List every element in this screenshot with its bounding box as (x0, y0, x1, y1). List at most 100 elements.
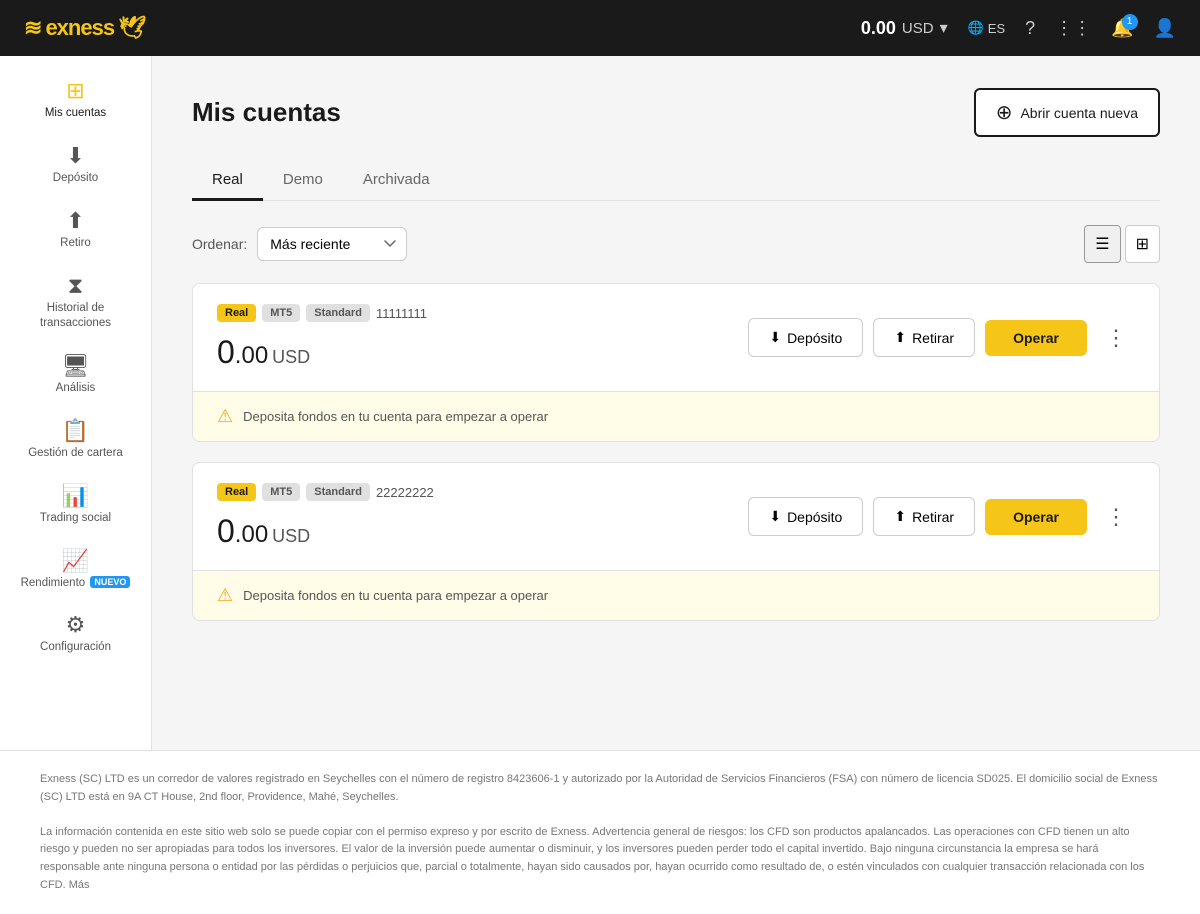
help-button[interactable]: ? (1025, 18, 1035, 39)
tag-real-1: Real (217, 304, 256, 322)
logo: ≋ exness 🕊 (24, 15, 145, 41)
sidebar-item-label: Rendimiento NUEVO (21, 576, 131, 591)
balance-int-2: 0 (217, 513, 235, 549)
withdraw-button-2[interactable]: ⬆ Retirar (873, 497, 975, 536)
card-tags-1: Real MT5 Standard 11111111 (217, 304, 427, 322)
balance-dropdown-icon[interactable]: ▾ (940, 18, 948, 38)
new-badge: NUEVO (90, 576, 130, 588)
open-account-button[interactable]: ⊕ Abrir cuenta nueva (974, 88, 1160, 137)
apps-icon: ⋮⋮ (1055, 18, 1091, 39)
sidebar-item-label: Retiro (60, 236, 91, 251)
plus-circle-icon: ⊕ (996, 100, 1013, 125)
language-button[interactable]: 🌐 ES (968, 20, 1006, 36)
history-icon: ⧗ (68, 275, 83, 297)
more-button-1[interactable]: ⋮ (1097, 321, 1135, 355)
sidebar-item-rendimiento[interactable]: 📈 Rendimiento NUEVO (8, 540, 143, 601)
toolbar-left: Ordenar: Más reciente Más antiguo Mayor … (192, 227, 407, 261)
withdraw-label-1: Retirar (912, 330, 954, 346)
trade-button-1[interactable]: Operar (985, 320, 1087, 356)
tag-standard-1: Standard (306, 304, 370, 322)
footer-line-1: Exness (SC) LTD es un corredor de valore… (40, 771, 1160, 806)
list-view-button[interactable]: ☰ (1084, 225, 1120, 263)
tag-real-2: Real (217, 483, 256, 501)
sidebar-item-mis-cuentas[interactable]: ⊞ Mis cuentas (8, 70, 143, 131)
card-tags-2: Real MT5 Standard 22222222 (217, 483, 434, 501)
page-header: Mis cuentas ⊕ Abrir cuenta nueva (192, 88, 1160, 137)
account-card-1: Real MT5 Standard 11111111 0.00USD ⬇ Dep… (192, 283, 1160, 442)
more-button-2[interactable]: ⋮ (1097, 500, 1135, 534)
notifications-button[interactable]: 🔔 1 (1111, 18, 1133, 39)
logo-area: ≋ exness 🕊 (24, 15, 145, 41)
grid-view-button[interactable]: ⊞ (1125, 225, 1160, 263)
deposit-icon-2: ⬇ (769, 508, 781, 525)
sidebar-item-historial[interactable]: ⧗ Historial de transacciones (8, 265, 143, 341)
apps-button[interactable]: ⋮⋮ (1055, 18, 1091, 39)
sidebar-item-configuracion[interactable]: ⚙ Configuración (8, 604, 143, 665)
grid-view-icon: ⊞ (1136, 234, 1149, 254)
warning-icon-1: ⚠ (217, 406, 233, 427)
logo-icon: ≋ (24, 15, 41, 41)
withdraw-label-2: Retirar (912, 509, 954, 525)
briefcase-icon: 📋 (62, 420, 89, 442)
tag-mt5-1: MT5 (262, 304, 300, 322)
sidebar-item-label: Depósito (53, 171, 98, 186)
download-icon: ⬇ (66, 145, 84, 167)
card-main-2: Real MT5 Standard 22222222 0.00USD ⬇ Dep… (193, 463, 1159, 570)
sidebar-item-label: Historial de transacciones (16, 301, 135, 331)
globe-icon: 🌐 (968, 20, 984, 36)
settings-icon: ⚙ (66, 614, 86, 636)
tag-mt5-2: MT5 (262, 483, 300, 501)
page-title: Mis cuentas (192, 97, 341, 128)
deposit-label-1: Depósito (787, 330, 842, 346)
card-main-1: Real MT5 Standard 11111111 0.00USD ⬇ Dep… (193, 284, 1159, 391)
sidebar-item-label: Configuración (40, 640, 111, 655)
sidebar-item-deposito[interactable]: ⬇ Depósito (8, 135, 143, 196)
tab-real[interactable]: Real (192, 161, 263, 201)
withdraw-icon-1: ⬆ (894, 329, 906, 346)
profile-button[interactable]: 👤 (1154, 18, 1176, 39)
sidebar-item-retiro[interactable]: ⬆ Retiro (8, 200, 143, 261)
sidebar-item-label: Trading social (40, 511, 111, 526)
card-left-2: Real MT5 Standard 22222222 0.00USD (217, 483, 434, 550)
sidebar-item-trading-social[interactable]: 📊 Trading social (8, 475, 143, 536)
tab-demo[interactable]: Demo (263, 161, 343, 201)
warning-icon-2: ⚠ (217, 585, 233, 606)
footer: Exness (SC) LTD es un corredor de valore… (0, 750, 1200, 914)
account-card-2: Real MT5 Standard 22222222 0.00USD ⬇ Dep… (192, 462, 1160, 621)
grid-icon: ⊞ (66, 80, 84, 102)
more-icon-2: ⋮ (1105, 504, 1127, 529)
tab-archivada[interactable]: Archivada (343, 161, 450, 201)
user-icon: 👤 (1154, 18, 1176, 39)
open-account-label: Abrir cuenta nueva (1020, 105, 1138, 121)
withdraw-icon-2: ⬆ (894, 508, 906, 525)
order-label: Ordenar: (192, 236, 247, 252)
sidebar-item-analisis[interactable]: 🖥 Análisis (8, 345, 143, 406)
balance-dec-2: .00 (235, 521, 268, 548)
more-icon-1: ⋮ (1105, 325, 1127, 350)
account-number-2: 22222222 (376, 485, 434, 500)
sidebar-item-label: Gestión de cartera (28, 446, 123, 461)
logo-bird: 🕊 (118, 15, 145, 41)
deposit-label-2: Depósito (787, 509, 842, 525)
balance-currency: USD (902, 20, 934, 37)
account-balance-2: 0.00USD (217, 513, 434, 550)
balance-amount: 0.00 (861, 18, 896, 39)
view-toggle: ☰ ⊞ (1084, 225, 1160, 263)
layout: ⊞ Mis cuentas ⬇ Depósito ⬆ Retiro ⧗ Hist… (0, 56, 1200, 750)
account-number-1: 11111111 (376, 306, 427, 321)
tabs: Real Demo Archivada (192, 161, 1160, 201)
sidebar-item-gestion[interactable]: 📋 Gestión de cartera (8, 410, 143, 471)
trade-button-2[interactable]: Operar (985, 499, 1087, 535)
notif-badge: 1 (1122, 14, 1138, 30)
sidebar-item-label: Mis cuentas (45, 106, 106, 121)
deposit-button-1[interactable]: ⬇ Depósito (748, 318, 863, 357)
warning-banner-2: ⚠ Deposita fondos en tu cuenta para empe… (193, 570, 1159, 620)
chart-icon: 📊 (62, 485, 89, 507)
deposit-button-2[interactable]: ⬇ Depósito (748, 497, 863, 536)
topnav: ≋ exness 🕊 0.00 USD ▾ 🌐 ES ? ⋮⋮ 🔔 1 👤 (0, 0, 1200, 56)
monitor-icon: 🖥 (62, 355, 90, 377)
footer-line-2: La información contenida en este sitio w… (40, 824, 1160, 894)
nav-right: 0.00 USD ▾ 🌐 ES ? ⋮⋮ 🔔 1 👤 (861, 18, 1176, 39)
order-select[interactable]: Más reciente Más antiguo Mayor saldo Men… (257, 227, 407, 261)
withdraw-button-1[interactable]: ⬆ Retirar (873, 318, 975, 357)
